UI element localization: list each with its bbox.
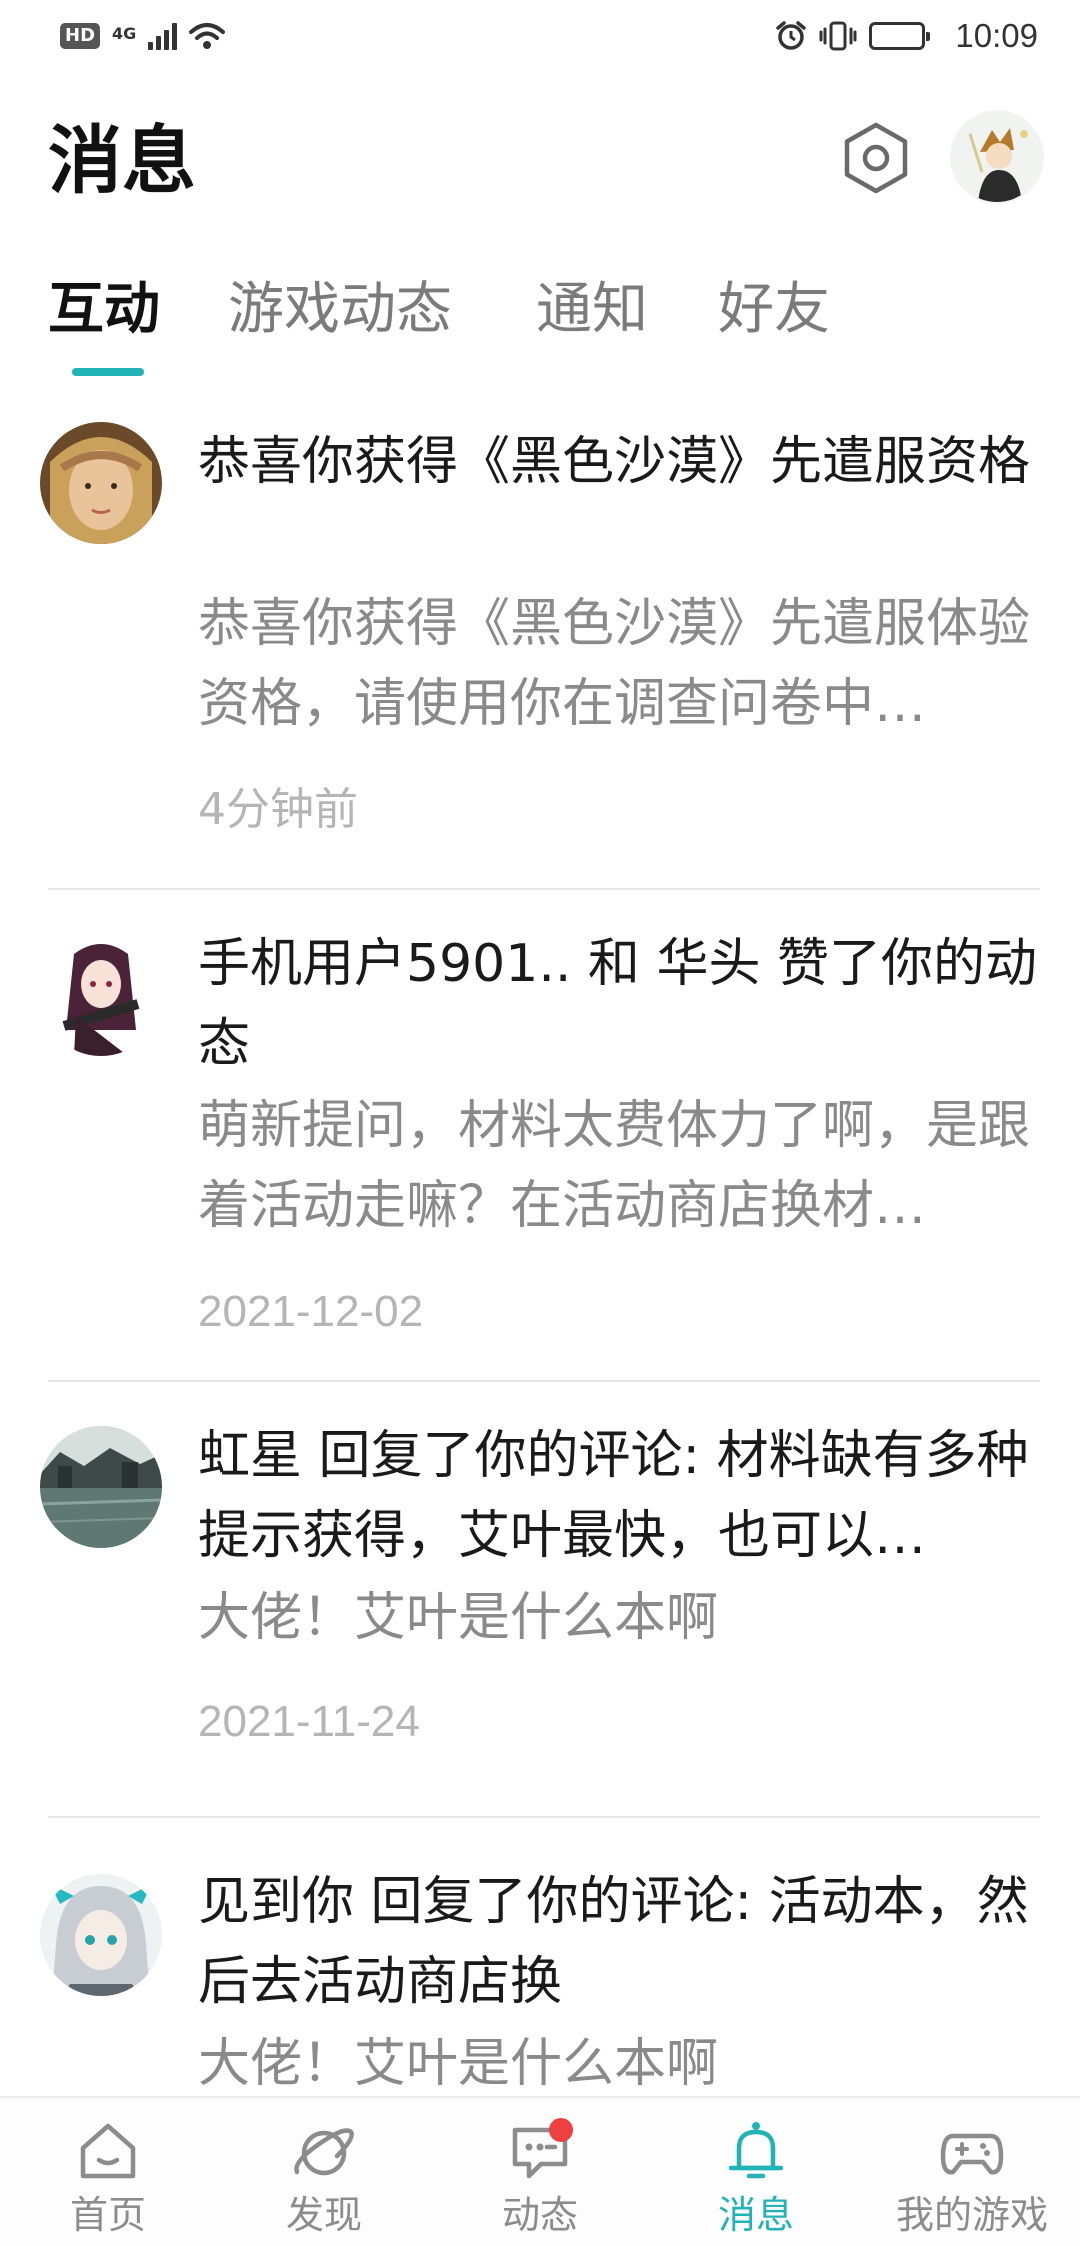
message-body: 大佬！艾叶是什么本啊 <box>198 1588 719 1648</box>
nav-feed-label: 动态 <box>501 2193 578 2237</box>
message-item[interactable]: 虹星 回复了你的评论: 材料缺有多种提示获得，艾叶最快，也可以… 大佬！艾叶是什… <box>0 1382 1080 1818</box>
planet-icon <box>289 2116 359 2186</box>
message-time: 2021-12-02 <box>198 1287 424 1336</box>
tab-notifications[interactable]: 通知 <box>536 268 648 352</box>
nav-discover-label: 发现 <box>285 2193 362 2237</box>
avatar-image <box>40 1874 162 1996</box>
message-item[interactable]: 手机用户5901.. 和 华头 赞了你的动态 萌新提问，材料太费体力了啊，是跟着… <box>0 890 1080 1382</box>
status-time: 10:09 <box>955 17 1038 54</box>
vibrate-icon <box>819 21 857 51</box>
avatar-image <box>40 422 162 544</box>
message-avatar[interactable] <box>40 934 162 1056</box>
message-avatar[interactable] <box>40 422 162 544</box>
notification-dot <box>549 2118 573 2142</box>
message-time: 4分钟前 <box>198 784 358 835</box>
hd-badge: HD <box>60 23 101 49</box>
avatar-image <box>40 934 162 1056</box>
message-item[interactable]: 见到你 回复了你的评论: 活动本，然后去活动商店换 大佬！艾叶是什么本啊 <box>0 1818 1080 2096</box>
message-body: 大佬！艾叶是什么本啊 <box>198 2034 719 2094</box>
message-title: 见到你 回复了你的评论: 活动本，然后去活动商店换 <box>198 1872 1029 2012</box>
user-avatar[interactable] <box>952 112 1042 202</box>
nav-home[interactable]: 首页 <box>0 2098 216 2246</box>
bell-icon <box>721 2116 791 2186</box>
message-avatar[interactable] <box>40 1426 162 1548</box>
nav-messages-label: 消息 <box>717 2193 794 2237</box>
message-item[interactable]: 恭喜你获得《黑色沙漠》先遣服资格 恭喜你获得《黑色沙漠》先遣服体验资格，请使用你… <box>0 400 1080 890</box>
tab-friends[interactable]: 好友 <box>718 268 830 352</box>
home-icon <box>73 2116 143 2186</box>
avatar-image <box>40 1426 162 1548</box>
tab-interaction[interactable]: 互动 <box>48 268 160 352</box>
bottom-nav: 首页 发现 动态 消息 我的游戏 <box>0 2096 1080 2244</box>
message-body: 萌新提问，材料太费体力了啊，是跟着活动走嘛？在活动商店换材… <box>198 1096 1031 1236</box>
message-body: 恭喜你获得《黑色沙漠》先遣服体验资格，请使用你在调查问卷中… <box>198 594 1031 734</box>
settings-hexagon-icon <box>844 122 908 194</box>
message-time: 2021-11-24 <box>198 1697 420 1746</box>
page-title: 消息 <box>48 118 196 204</box>
tab-game-news[interactable]: 游戏动态 <box>228 268 452 352</box>
nav-my-games[interactable]: 我的游戏 <box>864 2098 1080 2246</box>
nav-messages[interactable]: 消息 <box>648 2098 864 2246</box>
battery-icon <box>869 22 931 50</box>
signal-icon <box>148 22 178 50</box>
gamepad-icon <box>937 2116 1007 2186</box>
user-avatar-image <box>952 112 1042 202</box>
nav-my-games-label: 我的游戏 <box>895 2193 1048 2237</box>
wifi-icon <box>189 23 226 49</box>
chat-icon <box>505 2116 575 2186</box>
tab-active-indicator <box>72 368 144 376</box>
header: 消息 <box>0 100 1080 220</box>
nav-home-label: 首页 <box>69 2193 146 2237</box>
message-title: 恭喜你获得《黑色沙漠》先遣服资格 <box>198 432 1031 492</box>
nav-feed[interactable]: 动态 <box>432 2098 648 2246</box>
message-title: 手机用户5901.. 和 华头 赞了你的动态 <box>198 934 1037 1074</box>
message-avatar[interactable] <box>40 1874 162 1996</box>
status-bar: HD 4G 10:09 <box>0 0 1080 72</box>
message-title: 虹星 回复了你的评论: 材料缺有多种提示获得，艾叶最快，也可以… <box>198 1426 1029 1566</box>
nav-discover[interactable]: 发现 <box>216 2098 432 2246</box>
alarm-icon <box>776 21 807 50</box>
status-right: 10:09 <box>775 17 1038 55</box>
status-left: HD 4G <box>60 22 226 50</box>
settings-button[interactable] <box>836 118 916 198</box>
network-type: 4G <box>112 24 137 43</box>
tab-bar: 互动 游戏动态 通知 好友 <box>0 268 1080 378</box>
